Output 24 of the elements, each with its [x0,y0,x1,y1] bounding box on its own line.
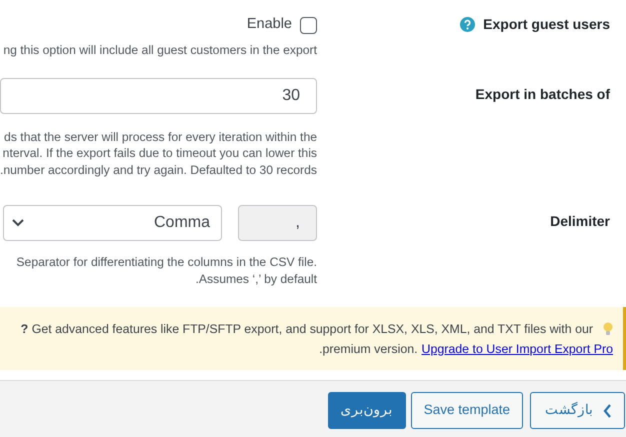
save-template-button[interactable]: Save template [410,392,523,429]
field-label: Export guest users [483,15,610,34]
export-button[interactable]: برون‌بری [328,392,406,429]
upgrade-link[interactable]: Upgrade to User Import Export Pro [422,338,613,358]
description-text: .Assumes ‘,’ by default [194,270,317,287]
enable-checkbox[interactable] [300,16,317,34]
help-icon[interactable] [460,17,476,32]
description-text: ds that the server will process for every iteration within the [3,128,317,145]
delimiter-field[interactable]: , [238,205,317,241]
description-text: Separator for differentiating the columns in the CSV file. [16,254,317,270]
caret-icon [12,219,24,227]
notice-text: .premium version. [319,340,418,358]
description-text: nterval. If the export fails due to timeout you can lower this [2,145,317,162]
chevron-icon [603,404,612,418]
batch-size-field[interactable]: 30 [0,78,317,114]
description-text: ng this option will include all guest customers in the export [3,42,317,58]
notice-text: ? Get advanced features like FTP/SFTP export, and support for XLSX, XLS, XML, and TXT files with our [20,320,593,338]
lightbulb-icon [603,322,613,336]
delimiter-select[interactable]: Comma [3,205,222,241]
field-label: Export in batches of [475,84,610,104]
back-button[interactable]: بازگشت [530,392,625,429]
description-text: .number accordingly and try again. Defaulted to 30 records [0,162,317,178]
enable-label: Enable [246,15,292,34]
field-label: Delimiter [550,212,610,231]
